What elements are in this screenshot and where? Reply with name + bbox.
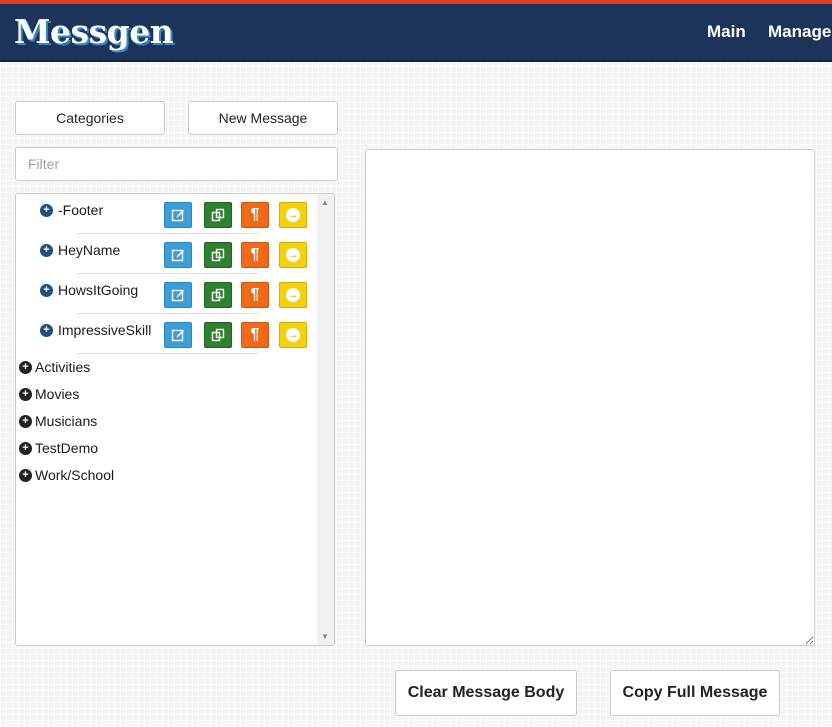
copy-button[interactable] — [204, 282, 232, 308]
insert-button[interactable]: → — [279, 282, 307, 308]
edit-icon — [171, 209, 184, 222]
expand-icon[interactable]: + — [40, 324, 53, 337]
message-row: + ImpressiveSkill ¶ → — [16, 314, 316, 354]
copy-icon — [211, 208, 225, 222]
edit-button[interactable] — [164, 202, 192, 228]
expand-icon[interactable]: + — [19, 415, 32, 428]
expand-icon[interactable]: + — [40, 204, 53, 217]
navbar: Messgen Main Manage — [0, 4, 832, 62]
category-label[interactable]: Work/School — [35, 467, 114, 483]
filter-input[interactable] — [15, 147, 338, 181]
divider — [76, 353, 258, 354]
copy-button[interactable] — [204, 242, 232, 268]
nav-manage-link[interactable]: Manage — [768, 22, 831, 42]
copy-button[interactable] — [204, 322, 232, 348]
copy-icon — [211, 248, 225, 262]
message-tree: ▲ ▼ + -Footer ¶ → + HeyName ¶ → + HowsIt… — [15, 193, 335, 646]
expand-icon[interactable]: + — [19, 469, 32, 482]
message-row: + HowsItGoing ¶ → — [16, 274, 316, 314]
category-label[interactable]: Activities — [35, 359, 90, 375]
categories-button[interactable]: Categories — [15, 101, 165, 135]
copy-button[interactable] — [204, 202, 232, 228]
tree-scrollbar[interactable]: ▲ ▼ — [317, 194, 334, 645]
edit-icon — [171, 329, 184, 342]
insert-button[interactable]: → — [279, 322, 307, 348]
edit-button[interactable] — [164, 322, 192, 348]
expand-icon[interactable]: + — [19, 388, 32, 401]
message-body-textarea[interactable] — [365, 149, 815, 646]
copy-icon — [211, 328, 225, 342]
expand-icon[interactable]: + — [19, 361, 32, 374]
arrow-right-icon: → — [286, 248, 300, 262]
expand-icon[interactable]: + — [19, 442, 32, 455]
nav-main-link[interactable]: Main — [707, 22, 746, 42]
clear-message-body-button[interactable]: Clear Message Body — [395, 670, 577, 716]
copy-icon — [211, 288, 225, 302]
scroll-down-icon[interactable]: ▼ — [321, 632, 329, 641]
message-label[interactable]: HowsItGoing — [58, 282, 138, 298]
arrow-right-icon: → — [286, 328, 300, 342]
edit-button[interactable] — [164, 282, 192, 308]
paragraph-button[interactable]: ¶ — [241, 202, 269, 228]
scroll-up-icon[interactable]: ▲ — [321, 198, 329, 207]
arrow-right-icon: → — [286, 288, 300, 302]
message-label[interactable]: ImpressiveSkill — [58, 322, 151, 338]
edit-button[interactable] — [164, 242, 192, 268]
copy-full-message-button[interactable]: Copy Full Message — [610, 670, 780, 716]
expand-icon[interactable]: + — [40, 284, 53, 297]
edit-icon — [171, 289, 184, 302]
arrow-right-icon: → — [286, 208, 300, 222]
message-label[interactable]: HeyName — [58, 242, 120, 258]
category-label[interactable]: Movies — [35, 386, 79, 402]
paragraph-button[interactable]: ¶ — [241, 242, 269, 268]
paragraph-button[interactable]: ¶ — [241, 322, 269, 348]
insert-button[interactable]: → — [279, 242, 307, 268]
expand-icon[interactable]: + — [40, 244, 53, 257]
category-label[interactable]: TestDemo — [35, 440, 98, 456]
brand-logo[interactable]: Messgen — [14, 12, 174, 51]
message-label[interactable]: -Footer — [58, 202, 103, 218]
new-message-button[interactable]: New Message — [188, 101, 338, 135]
paragraph-button[interactable]: ¶ — [241, 282, 269, 308]
edit-icon — [171, 249, 184, 262]
message-row: + HeyName ¶ → — [16, 234, 316, 274]
message-row: + -Footer ¶ → — [16, 194, 316, 234]
insert-button[interactable]: → — [279, 202, 307, 228]
category-label[interactable]: Musicians — [35, 413, 97, 429]
